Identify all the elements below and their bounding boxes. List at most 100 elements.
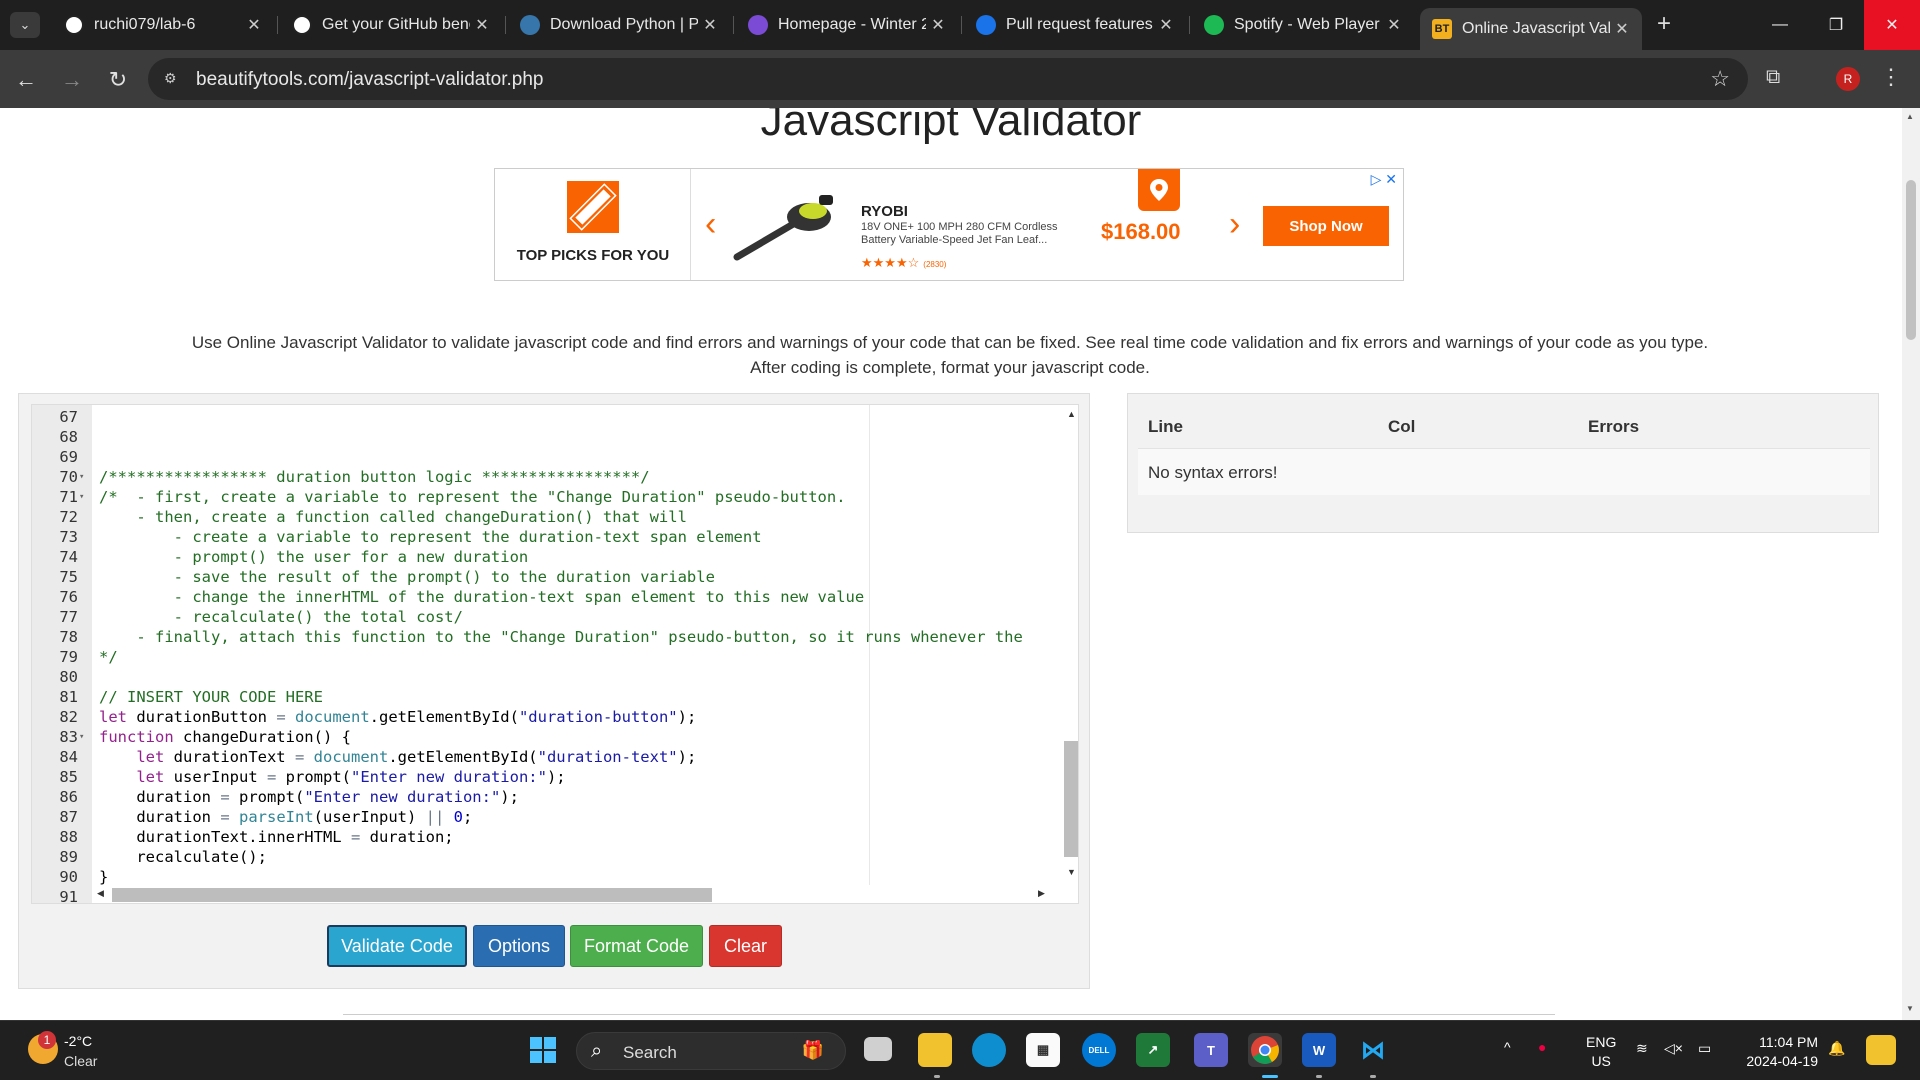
word-icon[interactable]: W (1302, 1033, 1336, 1067)
profile-avatar[interactable]: R (1836, 67, 1860, 91)
advertisement[interactable]: TOP PICKS FOR YOU ‹ RYOBI 18V ONE+ 100 M… (494, 168, 1404, 281)
editor-vertical-scrollbar[interactable]: ▲ ▼ (1062, 405, 1078, 885)
windows-start-icon[interactable] (526, 1033, 560, 1067)
code-editor[interactable]: 67 68 69 70 ▾/***************** duration but… (31, 404, 1079, 904)
tab-close-icon[interactable]: ✕ (1154, 15, 1178, 35)
code-line[interactable]: 76 - change the innerHTML of the duratio… (32, 587, 1062, 607)
code-text[interactable]: } (99, 867, 108, 887)
code-text[interactable]: let userInput = prompt("Enter new durati… (99, 767, 565, 787)
browser-tab[interactable]: Spotify - Web Player ✕ (1192, 8, 1414, 42)
bookmark-star-icon[interactable]: ☆ (1710, 66, 1730, 92)
code-line[interactable]: 88 durationText.innerHTML = duration; (32, 827, 1062, 847)
browser-tab[interactable]: Homepage - Winter 2024✕ (736, 8, 958, 42)
browser-tab[interactable]: Get your GitHub benefits✕ (280, 8, 502, 42)
code-line[interactable]: 80 (32, 667, 1062, 687)
vpn-status-icon[interactable]: ● (1538, 1039, 1546, 1055)
code-line[interactable]: 72 - then, create a function called chan… (32, 507, 1062, 527)
editor-horizontal-scrollbar[interactable]: ◀ ▶ (92, 885, 1062, 903)
tab-close-icon[interactable]: ✕ (1610, 19, 1634, 39)
code-line[interactable]: 85 let userInput = prompt("Enter new dur… (32, 767, 1062, 787)
code-line[interactable]: 87 duration = parseInt(userInput) || 0; (32, 807, 1062, 827)
scroll-up-arrow-icon[interactable]: ▲ (1067, 409, 1076, 419)
ad-choices-icon[interactable]: ▷ ✕ (1371, 171, 1397, 188)
edge-icon[interactable] (972, 1033, 1006, 1067)
show-hidden-icons[interactable]: ^ (1504, 1039, 1511, 1055)
code-text[interactable]: // INSERT YOUR CODE HERE (99, 687, 323, 707)
forward-button[interactable]: → (56, 64, 88, 96)
ad-next-arrow[interactable]: › (1229, 205, 1240, 244)
ad-prev-arrow[interactable]: ‹ (705, 205, 716, 244)
page-scroll-up-icon[interactable]: ▲ (1906, 112, 1914, 121)
battery-icon[interactable]: ▭ (1698, 1040, 1711, 1057)
site-settings-icon[interactable]: ⚙ (164, 70, 182, 88)
code-line[interactable]: 81 // INSERT YOUR CODE HERE (32, 687, 1062, 707)
code-line[interactable]: 90} (32, 867, 1062, 887)
browser-tab[interactable]: BT Online Javascript Validator✕ (1420, 8, 1642, 50)
language-indicator[interactable]: ENG US (1586, 1033, 1616, 1071)
task-view-icon[interactable] (864, 1037, 892, 1061)
clear-button[interactable]: Clear (709, 925, 782, 967)
reload-button[interactable]: ↻ (102, 64, 134, 96)
code-text[interactable]: */ (99, 647, 118, 667)
fold-arrow-icon[interactable]: ▾ (79, 467, 84, 487)
tab-close-icon[interactable]: ✕ (242, 15, 266, 35)
validate-code-button[interactable]: Validate Code (327, 925, 467, 967)
browser-tab[interactable]: Download Python | Python.org✕ (508, 8, 730, 42)
scroll-left-arrow-icon[interactable]: ◀ (97, 888, 104, 899)
code-line[interactable]: 70 ▾ /***************** duration button lo… (32, 467, 1062, 487)
back-button[interactable]: ← (10, 64, 42, 96)
tab-close-icon[interactable]: ✕ (926, 15, 950, 35)
code-line[interactable]: 77 - recalculate() the total cost/ (32, 607, 1062, 627)
code-text[interactable]: - save the result of the prompt() to the… (99, 567, 715, 587)
code-line[interactable]: 86 duration = prompt("Enter new duration… (32, 787, 1062, 807)
teams-icon[interactable]: T (1194, 1033, 1228, 1067)
code-text[interactable]: - change the innerHTML of the duration-t… (99, 587, 865, 607)
code-text[interactable]: - finally, attach this function to the "… (99, 627, 1023, 647)
page-scroll-thumb[interactable] (1906, 180, 1916, 340)
code-line[interactable]: 82 let durationButton = document.getEleme… (32, 707, 1062, 727)
dell-icon[interactable]: DELL (1082, 1033, 1116, 1067)
ad-brand-panel[interactable]: TOP PICKS FOR YOU (495, 169, 691, 280)
code-text[interactable]: - create a variable to represent the dur… (99, 527, 762, 547)
tab-close-icon[interactable]: ✕ (698, 15, 722, 35)
code-text[interactable]: duration = prompt("Enter new duration:")… (99, 787, 519, 807)
weather-condition[interactable]: Clear (64, 1053, 97, 1069)
scroll-right-arrow-icon[interactable]: ▶ (1038, 888, 1045, 899)
code-line[interactable]: 69 (32, 447, 1062, 467)
code-line[interactable]: 74 - prompt() the user for a new duratio… (32, 547, 1062, 567)
file-explorer-icon[interactable] (918, 1033, 952, 1067)
vscode-icon[interactable]: ⋈ (1356, 1033, 1390, 1067)
editor-vertical-scroll-thumb[interactable] (1064, 741, 1078, 857)
tab-close-icon[interactable]: ✕ (470, 15, 494, 35)
code-text[interactable]: recalculate(); (99, 847, 267, 867)
code-text[interactable]: let durationButton = document.getElement… (99, 707, 696, 727)
tab-search-button[interactable]: ⌄ (10, 12, 40, 38)
code-line[interactable]: 83 ▾ function changeDuration() { (32, 727, 1062, 747)
code-text[interactable]: - recalculate() the total cost/ (99, 607, 463, 627)
clock[interactable]: 11:04 PM 2024-04-19 (1736, 1033, 1818, 1071)
wifi-icon[interactable]: ≋ (1636, 1040, 1648, 1057)
code-text[interactable]: function changeDuration() { (99, 727, 351, 747)
code-line[interactable]: 68 (32, 427, 1062, 447)
code-text[interactable]: /***************** duration button logic… (99, 467, 650, 487)
code-text[interactable]: let durationText = document.getElementBy… (99, 747, 696, 767)
close-window-button[interactable]: ✕ (1864, 0, 1920, 50)
notification-bell-icon[interactable]: 🔔 (1828, 1040, 1845, 1057)
editor-horizontal-scroll-thumb[interactable] (112, 888, 712, 902)
weather-temperature[interactable]: -2°C (64, 1033, 92, 1049)
code-text[interactable]: - prompt() the user for a new duration (99, 547, 529, 567)
code-line[interactable]: 78 - finally, attach this function to th… (32, 627, 1062, 647)
code-line[interactable]: 67 (32, 407, 1062, 427)
stocks-icon[interactable]: ↗ (1136, 1033, 1170, 1067)
widgets-gift-icon[interactable]: 🎁 (796, 1033, 830, 1067)
code-line[interactable]: 75 - save the result of the prompt() to … (32, 567, 1062, 587)
new-tab-button[interactable]: + (1650, 11, 1678, 39)
code-text[interactable]: duration = parseInt(userInput) || 0; (99, 807, 472, 827)
fold-arrow-icon[interactable]: ▾ (79, 487, 84, 507)
options-button[interactable]: Options (473, 925, 565, 967)
volume-muted-icon[interactable]: ◁× (1664, 1040, 1683, 1057)
restore-button[interactable]: ❐ (1808, 0, 1864, 50)
minimize-button[interactable]: — (1752, 0, 1808, 50)
copilot-icon[interactable] (1866, 1035, 1896, 1065)
code-line[interactable]: 84 let durationText = document.getElemen… (32, 747, 1062, 767)
